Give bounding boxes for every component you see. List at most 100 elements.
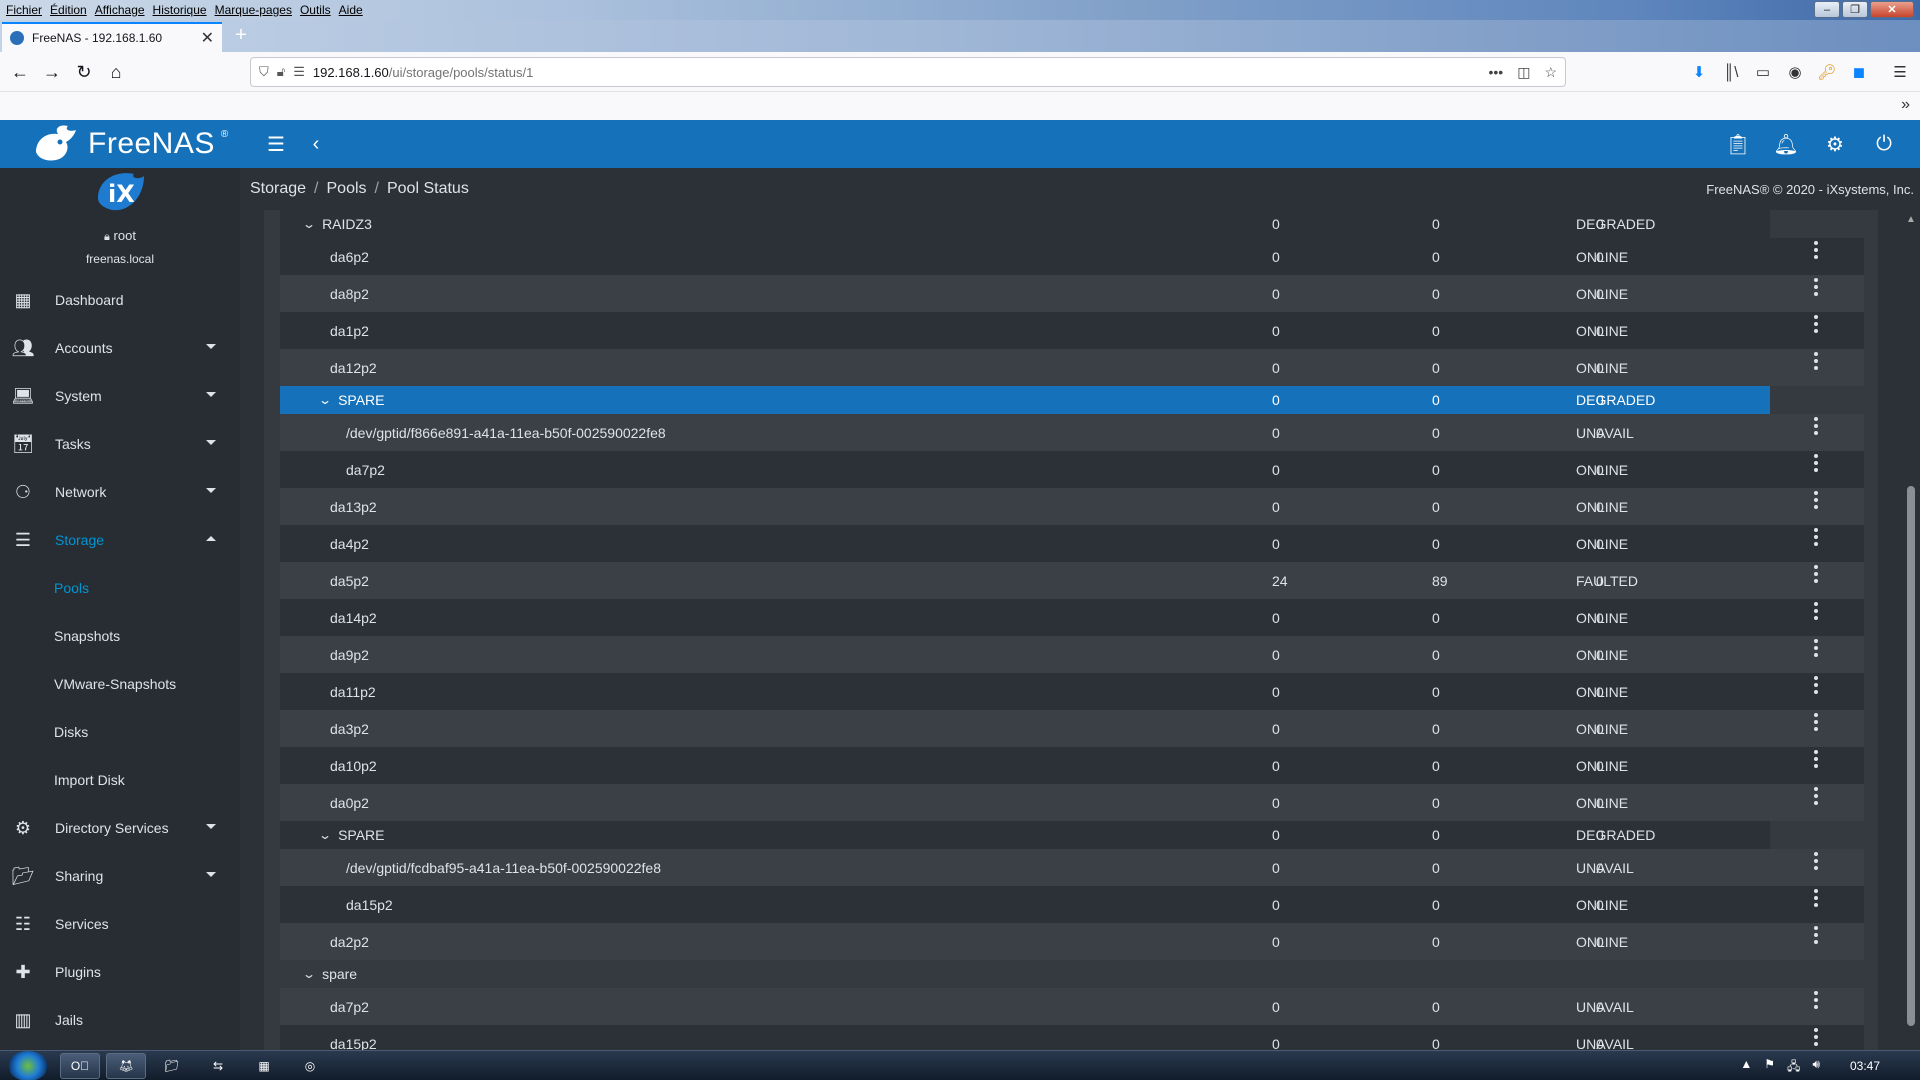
- tree-device-row[interactable]: da15p2 0 0 0 UNAVAIL: [280, 1025, 1864, 1050]
- sidebar-item-tasks[interactable]: 📅︎ Tasks: [0, 424, 240, 464]
- sidebar-item-plugins[interactable]: ✚ Plugins: [0, 952, 240, 992]
- tree-device-row[interactable]: da2p2 0 0 0 ONLINE: [280, 923, 1864, 960]
- more-vert-icon[interactable]: [1806, 782, 1826, 810]
- sidebar-item-sharing[interactable]: 📂︎ Sharing: [0, 856, 240, 896]
- menu-item-1[interactable]: Édition: [46, 3, 91, 17]
- menu-item-6[interactable]: Aide: [335, 3, 367, 17]
- taskbar-teamviewer-icon[interactable]: ⇆: [198, 1053, 238, 1079]
- sidebar-item-dashboard[interactable]: ▦ Dashboard: [0, 280, 240, 320]
- sidebar-item-directory-services[interactable]: ⚙ Directory Services: [0, 808, 240, 848]
- more-vert-icon[interactable]: [1806, 708, 1826, 736]
- tree-device-row[interactable]: da9p2 0 0 0 ONLINE: [280, 636, 1864, 673]
- sidebar-subitem-vmware-snapshots[interactable]: VMware-Snapshots: [0, 664, 240, 704]
- tree-device-row[interactable]: da1p2 0 0 0 ONLINE: [280, 312, 1864, 349]
- bookmark-star-icon[interactable]: ☆: [1544, 64, 1557, 81]
- page-actions-icon[interactable]: •••: [1488, 64, 1503, 81]
- scroll-up-icon[interactable]: ▲: [1906, 214, 1916, 225]
- tray-network-icon[interactable]: 🖧︎: [1787, 1057, 1800, 1078]
- more-vert-icon[interactable]: [1806, 560, 1826, 588]
- back-arrow-icon[interactable]: ←: [8, 60, 32, 84]
- collapse-chevron-icon[interactable]: ‹: [304, 132, 328, 156]
- browser-tab[interactable]: FreeNAS - 192.168.1.60 ✕: [2, 22, 222, 52]
- tab-close-icon[interactable]: ✕: [201, 28, 214, 48]
- chevron-down-icon[interactable]: ⌄: [302, 217, 316, 231]
- more-vert-icon[interactable]: [1806, 1023, 1826, 1050]
- tray-expand-icon[interactable]: ▲: [1740, 1057, 1752, 1078]
- tree-device-row[interactable]: da11p2 0 0 0 ONLINE: [280, 673, 1864, 710]
- menu-item-4[interactable]: Marque-pages: [211, 3, 296, 17]
- tree-device-row[interactable]: da14p2 0 0 0 ONLINE: [280, 599, 1864, 636]
- tree-group-row[interactable]: ⌄ SPARE 0 0 0 DEGRADED: [280, 386, 1770, 414]
- permissions-icon[interactable]: ☰: [293, 64, 305, 80]
- sidebar-item-accounts[interactable]: 👥︎ Accounts: [0, 328, 240, 368]
- sidebar-item-system[interactable]: 💻︎ System: [0, 376, 240, 416]
- more-vert-icon[interactable]: [1806, 986, 1826, 1014]
- tree-group-row[interactable]: ⌄ spare: [280, 960, 1770, 988]
- chevron-down-icon[interactable]: ⌄: [302, 967, 316, 981]
- more-vert-icon[interactable]: [1806, 921, 1826, 949]
- hamburger-menu-icon[interactable]: ☰: [1890, 62, 1910, 82]
- more-vert-icon[interactable]: [1806, 347, 1826, 375]
- sidebar-subitem-import-disk[interactable]: Import Disk: [0, 760, 240, 800]
- url-security-icons[interactable]: ⛉ 🔓︎ ☰: [259, 64, 305, 80]
- scrollbar-thumb[interactable]: [1907, 486, 1915, 1026]
- new-tab-button[interactable]: +: [230, 24, 252, 46]
- forward-arrow-icon[interactable]: →: [40, 60, 64, 84]
- insecure-lock-icon[interactable]: 🔓︎: [277, 64, 285, 80]
- more-vert-icon[interactable]: [1806, 523, 1826, 551]
- more-vert-icon[interactable]: [1806, 671, 1826, 699]
- sidebar-item-storage[interactable]: ☰ Storage: [0, 520, 240, 560]
- minimize-button[interactable]: –: [1814, 1, 1840, 18]
- bell-icon[interactable]: 🔔︎: [1773, 132, 1798, 156]
- more-vert-icon[interactable]: [1806, 597, 1826, 625]
- tree-device-row[interactable]: da13p2 0 0 0 ONLINE: [280, 488, 1864, 525]
- sidebar-icon[interactable]: ▭: [1753, 62, 1773, 82]
- home-icon[interactable]: ⌂: [104, 60, 128, 84]
- more-vert-icon[interactable]: [1806, 486, 1826, 514]
- tree-device-row[interactable]: da4p2 0 0 0 ONLINE: [280, 525, 1864, 562]
- taskbar-clock[interactable]: 03:47: [1850, 1059, 1880, 1073]
- tree-device-row[interactable]: da0p2 0 0 0 ONLINE: [280, 784, 1864, 821]
- gear-icon[interactable]: ⚙: [1823, 132, 1847, 156]
- start-button[interactable]: [8, 1051, 48, 1080]
- chevron-down-icon[interactable]: ⌄: [318, 393, 332, 407]
- tree-device-row[interactable]: da5p2 24 89 0 FAULTED: [280, 562, 1864, 599]
- menu-item-2[interactable]: Affichage: [91, 3, 149, 17]
- tree-device-row[interactable]: da15p2 0 0 0 ONLINE: [280, 886, 1864, 923]
- tree-device-row[interactable]: da7p2 0 0 0 ONLINE: [280, 451, 1864, 488]
- taskbar-app-icon[interactable]: ▦: [244, 1053, 284, 1079]
- tree-device-row[interactable]: da10p2 0 0 0 ONLINE: [280, 747, 1864, 784]
- more-vert-icon[interactable]: [1806, 847, 1826, 875]
- tree-group-row[interactable]: ⌄ SPARE 0 0 0 DEGRADED: [280, 821, 1770, 849]
- tree-device-row[interactable]: da12p2 0 0 0 ONLINE: [280, 349, 1864, 386]
- library-icon[interactable]: ║\: [1721, 62, 1741, 82]
- extension-key-icon[interactable]: 🔑︎: [1817, 62, 1837, 82]
- breadcrumb-pools[interactable]: Pools: [327, 180, 367, 198]
- menu-item-5[interactable]: Outils: [296, 3, 335, 17]
- sidebar-subitem-pools[interactable]: Pools: [0, 568, 240, 608]
- close-window-button[interactable]: ✕: [1870, 1, 1914, 18]
- taskbar-explorer-icon[interactable]: 📁︎: [152, 1053, 192, 1079]
- url-bar[interactable]: ⛉ 🔓︎ ☰ 192.168.1.60/ui/storage/pools/sta…: [250, 57, 1566, 87]
- tree-device-row[interactable]: da3p2 0 0 0 ONLINE: [280, 710, 1864, 747]
- maximize-button[interactable]: ❐: [1842, 1, 1868, 18]
- sidebar-subitem-disks[interactable]: Disks: [0, 712, 240, 752]
- bookmarks-overflow-icon[interactable]: »: [1901, 96, 1910, 114]
- taskbar-outlook-icon[interactable]: O⃞: [60, 1053, 100, 1079]
- more-vert-icon[interactable]: [1806, 634, 1826, 662]
- sidebar-subitem-snapshots[interactable]: Snapshots: [0, 616, 240, 656]
- more-vert-icon[interactable]: [1806, 236, 1826, 264]
- chevron-down-icon[interactable]: ⌄: [318, 828, 332, 842]
- tree-device-row[interactable]: /dev/gptid/fcdbaf95-a41a-11ea-b50f-00259…: [280, 849, 1864, 886]
- more-vert-icon[interactable]: [1806, 273, 1826, 301]
- content-scrollbar[interactable]: ▲: [1902, 210, 1920, 1050]
- account-icon[interactable]: ◉: [1785, 62, 1805, 82]
- sidebar-item-jails[interactable]: ▥ Jails: [0, 1000, 240, 1040]
- more-vert-icon[interactable]: [1806, 412, 1826, 440]
- taskbar-firefox-icon[interactable]: 🦊︎: [106, 1053, 146, 1079]
- more-vert-icon[interactable]: [1806, 884, 1826, 912]
- shield-icon[interactable]: ⛉: [259, 64, 269, 80]
- menu-icon[interactable]: ☰: [264, 132, 288, 156]
- tree-group-row[interactable]: ⌄ RAIDZ3 0 0 0 DEGRADED: [280, 210, 1770, 238]
- pocket-icon[interactable]: ◫: [1517, 64, 1530, 81]
